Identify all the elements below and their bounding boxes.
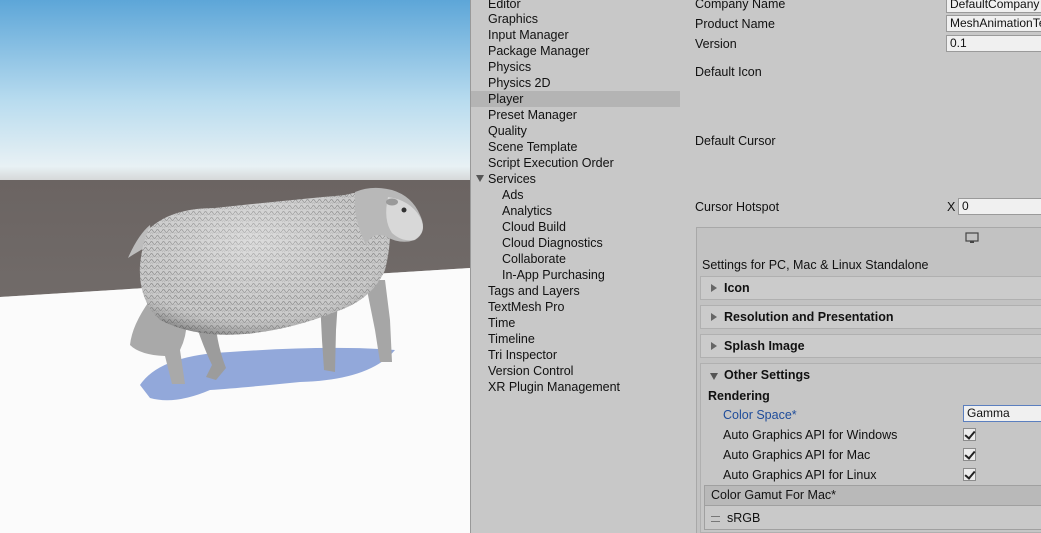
list-item-preset-manager[interactable]: Preset Manager [488, 107, 577, 123]
cursor-hotspot-label: Cursor Hotspot [695, 200, 780, 214]
auto-graphics-windows-label: Auto Graphics API for Windows [723, 428, 898, 442]
color-gamut-list-header: Color Gamut For Mac* [704, 485, 1041, 506]
product-name-field[interactable]: MeshAnimationTest [946, 15, 1041, 32]
list-item-physics[interactable]: Physics [488, 59, 531, 75]
list-item-physics-2d[interactable]: Physics 2D [488, 75, 551, 91]
color-space-label: Color Space* [723, 408, 797, 422]
list-item-textmesh-pro[interactable]: TextMesh Pro [488, 299, 564, 315]
resolution-section-title: Resolution and Presentation [724, 310, 894, 324]
sheep-render [0, 0, 470, 533]
list-item-tri-inspector[interactable]: Tri Inspector [488, 347, 557, 363]
list-item-analytics[interactable]: Analytics [502, 203, 552, 219]
list-item-time[interactable]: Time [488, 315, 515, 331]
splash-foldout[interactable]: Splash Image [700, 334, 1041, 358]
cursor-hotspot-x-field[interactable]: 0 [958, 198, 1041, 215]
list-item-script-execution-order[interactable]: Script Execution Order [488, 155, 614, 171]
cursor-hotspot-x-label[interactable]: X [947, 200, 955, 214]
platform-title: Settings for PC, Mac & Linux Standalone [702, 258, 929, 272]
color-space-dropdown[interactable]: Gamma [963, 405, 1041, 422]
expand-triangle-icon[interactable] [476, 175, 484, 182]
splash-section-title: Splash Image [724, 339, 805, 353]
list-item-xr-plugin-management[interactable]: XR Plugin Management [488, 379, 620, 395]
list-item-graphics[interactable]: Graphics [488, 11, 538, 27]
color-gamut-list-item[interactable]: sRGB [704, 506, 1041, 530]
auto-graphics-linux-label: Auto Graphics API for Linux [723, 468, 877, 482]
rendering-header: Rendering [708, 389, 770, 403]
version-label: Version [695, 37, 737, 51]
collapsed-triangle-icon [711, 313, 717, 321]
list-item-ads[interactable]: Ads [502, 187, 524, 203]
expanded-triangle-icon [710, 373, 718, 380]
list-item-collaborate[interactable]: Collaborate [502, 251, 566, 267]
other-settings-title: Other Settings [724, 368, 811, 382]
icon-foldout[interactable]: Icon [700, 276, 1041, 300]
list-item-quality[interactable]: Quality [488, 123, 527, 139]
auto-graphics-windows-checkbox[interactable] [963, 428, 976, 441]
monitor-icon[interactable] [965, 232, 979, 244]
player-settings-inspector: Company Name DefaultCompany Product Name… [680, 0, 1041, 533]
default-icon-label: Default Icon [695, 65, 762, 79]
list-item-in-app-purchasing[interactable]: In-App Purchasing [502, 267, 605, 283]
color-gamut-header-label: Color Gamut For Mac* [711, 488, 837, 502]
icon-section-title: Icon [724, 281, 750, 295]
list-item-package-manager[interactable]: Package Manager [488, 43, 589, 59]
list-item-timeline[interactable]: Timeline [488, 331, 535, 347]
auto-graphics-linux-checkbox[interactable] [963, 468, 976, 481]
version-field[interactable]: 0.1 [946, 35, 1041, 52]
color-gamut-item-label: sRGB [727, 511, 761, 525]
default-cursor-label: Default Cursor [695, 134, 776, 148]
product-name-label: Product Name [695, 17, 775, 31]
list-item-cloud-build[interactable]: Cloud Build [502, 219, 566, 235]
list-item-input-manager[interactable]: Input Manager [488, 27, 569, 43]
scene-viewport[interactable] [0, 0, 470, 533]
collapsed-triangle-icon [711, 342, 717, 350]
auto-graphics-mac-checkbox[interactable] [963, 448, 976, 461]
list-item-services[interactable]: Services [488, 171, 536, 187]
list-item-version-control[interactable]: Version Control [488, 363, 573, 379]
list-item-scene-template[interactable]: Scene Template [488, 139, 577, 155]
list-item-tags-and-layers[interactable]: Tags and Layers [488, 283, 580, 299]
company-name-label: Company Name [695, 0, 786, 11]
drag-handle-icon[interactable] [711, 516, 720, 522]
company-name-field[interactable]: DefaultCompany [946, 0, 1041, 13]
collapsed-triangle-icon [711, 284, 717, 292]
settings-category-list: Editor Graphics Input Manager Package Ma… [470, 0, 681, 533]
resolution-foldout[interactable]: Resolution and Presentation [700, 305, 1041, 329]
auto-graphics-mac-label: Auto Graphics API for Mac [723, 448, 871, 462]
list-item-cloud-diagnostics[interactable]: Cloud Diagnostics [502, 235, 603, 251]
list-item-player[interactable]: Player [471, 91, 681, 107]
